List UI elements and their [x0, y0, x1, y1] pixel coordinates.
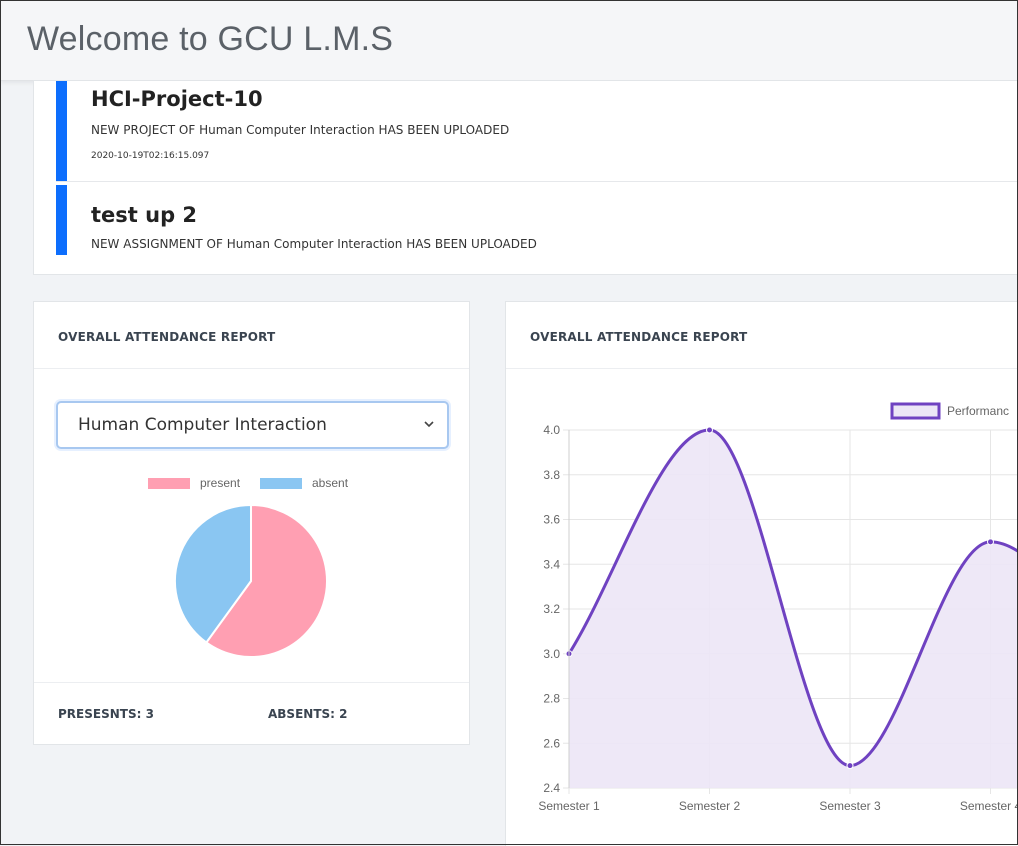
- x-tick-label: Semester 1: [538, 799, 600, 813]
- attendance-card-header: OVERALL ATTENDANCE REPORT: [34, 302, 469, 369]
- presents-count: PRESESNTS: 3: [58, 707, 154, 721]
- performance-card-header: OVERALL ATTENDANCE REPORT: [506, 302, 1018, 369]
- notification-item[interactable]: test up 2 NEW ASSIGNMENT OF Human Comput…: [56, 185, 1018, 255]
- performance-card-title: OVERALL ATTENDANCE REPORT: [530, 330, 748, 344]
- legend-swatch-absent: [260, 478, 302, 489]
- performance-card: OVERALL ATTENDANCE REPORT 4.0 3.8 3.6 3.4 3.…: [505, 301, 1018, 846]
- notification-timestamp: 2020-10-19T02:16:15.097: [91, 151, 210, 161]
- notification-accent-bar: [56, 81, 67, 181]
- attendance-stats: PRESESNTS: 3 ABSENTS: 2: [34, 682, 469, 744]
- x-tick-label: Semester 4: [960, 799, 1018, 813]
- y-tick-label: 3.2: [543, 602, 560, 616]
- course-select[interactable]: Human Computer Interaction: [56, 401, 449, 449]
- data-point[interactable]: [846, 762, 854, 770]
- notification-item[interactable]: HCI-Project-10 NEW PROJECT OF Human Comp…: [56, 81, 1018, 182]
- data-point[interactable]: [987, 538, 994, 546]
- notification-message: NEW PROJECT OF Human Computer Interactio…: [91, 123, 510, 137]
- legend-label-performance: Performanc: [947, 404, 1009, 418]
- chevron-down-icon: [424, 421, 434, 428]
- x-tick-label: Semester 3: [819, 799, 881, 813]
- notifications-card: HCI-Project-10 NEW PROJECT OF Human Comp…: [33, 80, 1018, 275]
- app-header: Welcome to GCU L.M.S: [0, 0, 1018, 81]
- y-tick-label: 3.0: [543, 647, 560, 661]
- notification-title: HCI-Project-10: [91, 87, 263, 111]
- absents-count: ABSENTS: 2: [268, 707, 348, 721]
- notification-accent-bar: [56, 185, 67, 255]
- x-tick-label: Semester 2: [679, 799, 741, 813]
- course-select-value: Human Computer Interaction: [78, 415, 327, 435]
- notification-title: test up 2: [91, 203, 198, 227]
- legend-swatch-performance[interactable]: [890, 402, 941, 420]
- y-tick-label: 3.4: [543, 557, 560, 571]
- y-tick-label: 2.4: [543, 781, 560, 795]
- data-point[interactable]: [706, 426, 713, 434]
- page-title: Welcome to GCU L.M.S: [27, 20, 394, 58]
- y-tick-label: 4.0: [543, 423, 560, 437]
- y-tick-label: 3.8: [543, 468, 560, 482]
- performance-line-chart: 4.0 3.8 3.6 3.4 3.2 3.0 2.8 2.6 2.4 Semester 1 Sem…: [538, 402, 1018, 813]
- notification-message: NEW ASSIGNMENT OF Human Computer Interac…: [91, 237, 537, 251]
- attendance-card: OVERALL ATTENDANCE REPORT Human Computer…: [33, 301, 470, 745]
- y-tick-label: 3.6: [543, 513, 560, 527]
- y-tick-label: 2.6: [543, 736, 560, 750]
- attendance-card-title: OVERALL ATTENDANCE REPORT: [58, 330, 276, 344]
- legend-label-present: present: [200, 476, 241, 490]
- legend-label-absent: absent: [312, 476, 349, 490]
- legend-swatch-present: [148, 478, 190, 489]
- attendance-pie-chart: [174, 503, 328, 658]
- y-tick-label: 2.8: [543, 692, 560, 706]
